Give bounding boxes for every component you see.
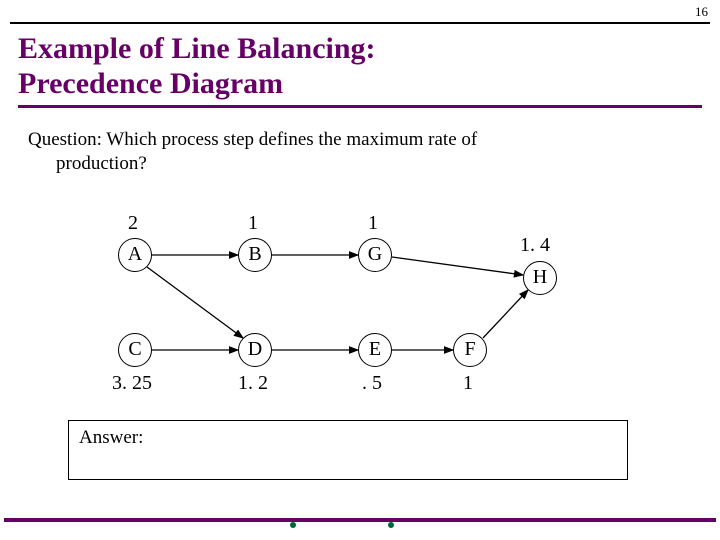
title-underline (18, 105, 702, 108)
edge-A-D (147, 267, 243, 338)
footer-dots (0, 522, 720, 532)
top-rule (10, 22, 710, 24)
title-line-2: Precedence Diagram (18, 67, 283, 100)
node-C: C (118, 333, 152, 367)
answer-box: Answer: (68, 420, 628, 480)
time-label-F: 1 (463, 372, 473, 395)
time-label-C: 3. 25 (112, 372, 152, 395)
node-G: G (358, 238, 392, 272)
diagram-arrows (0, 200, 720, 420)
node-F: F (453, 333, 487, 367)
slide: 16 Example of Line Balancing: Precedence… (0, 0, 720, 540)
question-line-1: Question: Which process step defines the… (28, 129, 477, 150)
precedence-diagram: 2 1 1 1. 4 A B G H C D E F 3. 25 1. 2 . … (0, 200, 720, 420)
slide-title: Example of Line Balancing: Precedence Di… (18, 32, 702, 101)
answer-label: Answer: (79, 427, 143, 448)
edge-G-H (392, 257, 523, 275)
time-label-D: 1. 2 (238, 372, 268, 395)
edge-F-H (483, 290, 528, 338)
time-label-A: 2 (128, 212, 138, 235)
dot-icon (388, 522, 394, 528)
question-text: Question: Which process step defines the… (28, 128, 692, 176)
dot-icon (290, 522, 296, 528)
title-block: Example of Line Balancing: Precedence Di… (18, 32, 702, 108)
time-label-H: 1. 4 (520, 234, 550, 257)
node-A: A (118, 238, 152, 272)
node-D: D (238, 333, 272, 367)
time-label-B: 1 (248, 212, 258, 235)
time-label-E: . 5 (362, 372, 382, 395)
node-E: E (358, 333, 392, 367)
question-line-2: production? (56, 153, 147, 174)
node-B: B (238, 238, 272, 272)
time-label-G: 1 (368, 212, 378, 235)
page-number: 16 (695, 4, 708, 20)
node-H: H (523, 261, 557, 295)
title-line-1: Example of Line Balancing: (18, 32, 376, 65)
